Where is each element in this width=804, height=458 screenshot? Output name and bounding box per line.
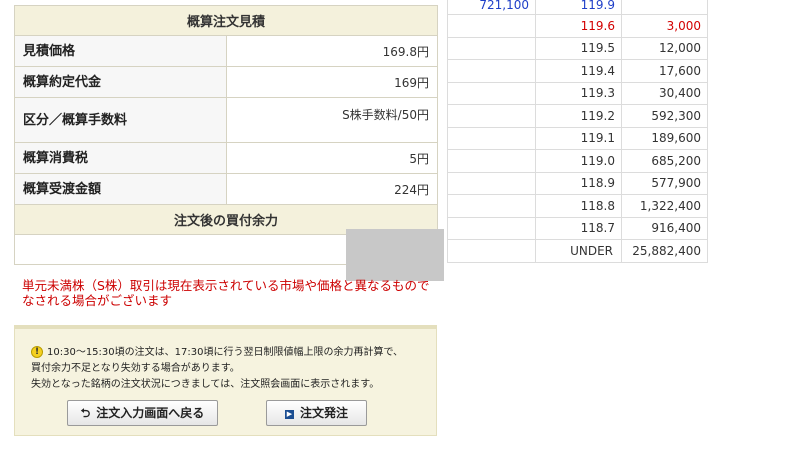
value-tax: 5円: [225, 142, 438, 174]
board-qty: 1,322,400: [621, 194, 708, 218]
overlay-placeholder: [346, 229, 444, 281]
board-empty: [447, 171, 536, 195]
estimate-table: 概算注文見積 見積価格 169.8円 概算約定代金 169円 区分／概算手数料 S株手…: [14, 5, 438, 265]
price-board: 721,100 119.9 119.6 3,000 119.5 12,000 119…: [447, 0, 708, 263]
board-under-label: UNDER: [535, 239, 622, 263]
board-price: 119.5: [535, 36, 622, 60]
board-empty: [447, 194, 536, 218]
label-settlement: 概算受渡金額: [14, 173, 227, 205]
board-price: 118.9: [535, 171, 622, 195]
label-contract-amount: 概算約定代金: [14, 66, 227, 98]
board-price: 119.6: [535, 14, 622, 38]
board-price: 119.4: [535, 59, 622, 83]
value-contract-amount: 169円: [225, 66, 438, 98]
board-price: 119.9: [535, 0, 622, 15]
board-buy-qty: [621, 0, 708, 15]
board-qty: 916,400: [621, 216, 708, 240]
notice-line-3: 失効となった銘柄の注文状況につきましては、注文照会画面に表示されます。: [31, 379, 380, 390]
board-sell-qty: 721,100: [447, 0, 536, 15]
place-order-button[interactable]: ▶ 注文発注: [266, 400, 367, 426]
board-empty: [447, 216, 536, 240]
board-empty: [447, 239, 536, 263]
return-arrow-icon: ⮌: [80, 406, 91, 420]
board-qty: 685,200: [621, 149, 708, 173]
board-price: 118.7: [535, 216, 622, 240]
board-qty: 30,400: [621, 81, 708, 105]
label-quote-price: 見積価格: [14, 35, 227, 67]
notice-line-2: 買付余力不足となり失効する場合があります。: [31, 363, 240, 374]
board-qty: 577,900: [621, 171, 708, 195]
board-qty: 25,882,400: [621, 239, 708, 263]
board-price: 119.0: [535, 149, 622, 173]
label-tax: 概算消費税: [14, 142, 227, 174]
board-empty: [447, 149, 536, 173]
s-stock-warning: 単元未満株（S株）取引は現在表示されている市場や価格と異なるものでなされる場合が…: [22, 278, 430, 308]
board-price: 119.1: [535, 126, 622, 150]
board-qty: 3,000: [621, 14, 708, 38]
board-qty: 12,000: [621, 36, 708, 60]
board-qty: 189,600: [621, 126, 708, 150]
board-empty: [447, 14, 536, 38]
board-price: 119.3: [535, 81, 622, 105]
back-button-label: 注文入力画面へ戻る: [96, 406, 205, 420]
value-settlement: 224円: [225, 173, 438, 205]
value-quote-price: 169.8円: [225, 35, 438, 67]
board-price: 118.8: [535, 194, 622, 218]
order-button-label: 注文発注: [299, 406, 348, 420]
value-commission: S株手数料/50円: [225, 97, 438, 143]
board-empty: [447, 81, 536, 105]
notice-panel: ! 10:30～15:30頃の注文は、17:30頃に行う翌日制限値幅上限の余力再…: [14, 325, 437, 436]
back-to-order-input-button[interactable]: ⮌ 注文入力画面へ戻る: [67, 400, 218, 426]
board-price: 119.2: [535, 104, 622, 128]
board-empty: [447, 36, 536, 60]
board-empty: [447, 126, 536, 150]
notice-line-1: 10:30～15:30頃の注文は、17:30頃に行う翌日制限値幅上限の余力再計算…: [47, 347, 404, 358]
board-qty: 592,300: [621, 104, 708, 128]
label-commission: 区分／概算手数料: [14, 97, 227, 143]
arrow-right-square-icon: ▶: [284, 410, 294, 419]
board-empty: [447, 104, 536, 128]
estimate-header: 概算注文見積: [14, 5, 438, 36]
warning-info-icon: !: [31, 346, 43, 358]
board-empty: [447, 59, 536, 83]
board-qty: 17,600: [621, 59, 708, 83]
